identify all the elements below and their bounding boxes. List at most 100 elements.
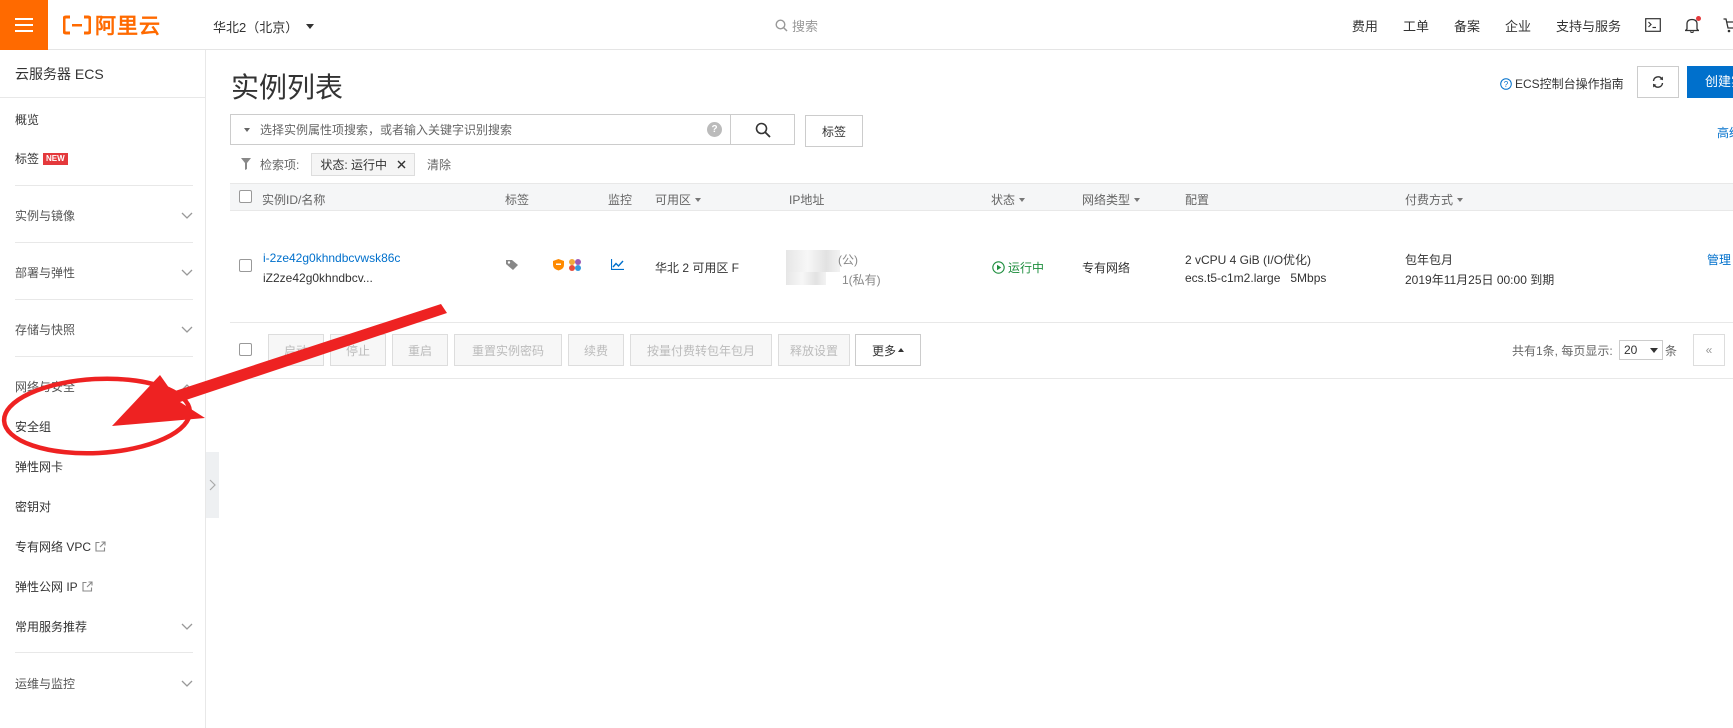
new-badge: NEW (43, 152, 68, 165)
status-badge: 运行中 (992, 259, 1044, 276)
top-link-billing[interactable]: 费用 (1352, 16, 1378, 35)
advanced-search-link[interactable]: 高级 (1717, 124, 1733, 141)
ecs-help-link[interactable]: ? ECS控制台操作指南 (1500, 75, 1624, 92)
sidebar-item-label: 概览 (15, 113, 40, 127)
sidebar-divider (15, 242, 193, 243)
search-attribute-dropdown[interactable] (244, 127, 250, 132)
sidebar-item-tags[interactable]: 标签 NEW (15, 150, 68, 167)
notification-dot (1696, 16, 1701, 21)
public-ip: (公) (838, 253, 858, 267)
sidebar-group-storage-snapshots[interactable]: 存储与快照 (15, 321, 193, 338)
column-header-config: 配置 (1185, 193, 1210, 207)
batch-select-checkbox[interactable] (239, 343, 252, 356)
sidebar-item-label: 弹性公网 IP (15, 580, 78, 594)
top-link-tickets[interactable]: 工单 (1403, 16, 1429, 35)
stop-button[interactable]: 停止 (330, 334, 386, 366)
sidebar-divider (15, 356, 193, 357)
chevron-down-icon (181, 269, 193, 276)
renew-button[interactable]: 续费 (568, 334, 624, 366)
hamburger-menu-button[interactable] (0, 0, 48, 50)
clear-filter-link[interactable]: 清除 (427, 156, 451, 173)
sidebar-item-label: 专有网络 VPC (15, 540, 92, 554)
checkbox[interactable] (239, 259, 252, 272)
config-spec: 2 vCPU 4 GiB (I/O优化) (1185, 253, 1312, 267)
table-row: i-2ze42g0khndbcvwsk86c iZ2ze42g0khndbcv.… (230, 211, 1733, 323)
search-button[interactable] (731, 114, 795, 145)
top-link-icp-filing[interactable]: 备案 (1454, 16, 1480, 35)
monitor-chart-icon[interactable] (611, 259, 624, 270)
top-link-enterprise[interactable]: 企业 (1505, 16, 1531, 35)
caret-up-icon (898, 348, 904, 352)
top-navbar: 阿里云 华北2（北京） 搜索 费用 工单 备案 企业 支持与服务 (0, 0, 1733, 50)
close-icon[interactable] (397, 160, 406, 169)
column-header-label: 可用区 (655, 193, 692, 207)
sidebar-collapse-toggle[interactable] (206, 452, 219, 518)
page-size-value: 20 (1624, 343, 1638, 357)
restart-button[interactable]: 重启 (392, 334, 448, 366)
column-header-billing[interactable]: 付费方式 (1405, 191, 1464, 208)
expire-date: 2019年11月25日 00:00 到期 (1405, 273, 1555, 287)
tag-icon[interactable] (505, 259, 519, 271)
cloud-shell-button[interactable] (1645, 18, 1661, 32)
region-label: 华北2（北京） (213, 20, 299, 35)
sidebar-item-vpc[interactable]: 专有网络 VPC (15, 538, 106, 555)
security-shield-icon[interactable] (552, 258, 565, 271)
instance-id-link[interactable]: i-2ze42g0khndbcvwsk86c (263, 251, 400, 265)
more-actions-button[interactable]: 更多 (855, 334, 921, 366)
zone-value: 华北 2 可用区 F (655, 261, 740, 275)
sidebar-item-overview[interactable]: 概览 (15, 111, 39, 128)
caret-down-icon (1019, 197, 1026, 202)
sidebar-group-deploy-elastic[interactable]: 部署与弹性 (15, 264, 193, 281)
search-help-icon[interactable]: ? (707, 122, 722, 137)
instance-name: iZ2ze42g0khndbcv... (263, 271, 373, 285)
pagination-prev-button[interactable]: « (1693, 334, 1725, 366)
sidebar-item-eip[interactable]: 弹性公网 IP (15, 578, 93, 595)
global-search-placeholder: 搜索 (792, 19, 819, 34)
tag-filter-button[interactable]: 标签 (805, 115, 863, 147)
column-header-zone[interactable]: 可用区 (655, 191, 702, 208)
row-checkbox[interactable] (239, 259, 252, 272)
sidebar-group-ops-monitoring[interactable]: 运维与监控 (15, 675, 193, 692)
refresh-button[interactable] (1637, 66, 1679, 98)
start-button[interactable]: 启动 (268, 334, 324, 366)
sidebar-item-keypair[interactable]: 密钥对 (15, 498, 51, 515)
filter-chip-status: 状态: 运行中 (311, 152, 416, 176)
page-size-unit: 条 (1665, 344, 1678, 358)
config-instance-type: ecs.t5-c1m2.large 5Mbps (1185, 271, 1327, 285)
redacted-ip-blur (786, 250, 840, 272)
sidebar-divider (15, 652, 193, 653)
create-instance-button[interactable]: 创建实例 (1687, 66, 1733, 98)
column-header-monitor: 监控 (608, 193, 633, 207)
checkbox[interactable] (239, 190, 252, 203)
region-selector[interactable]: 华北2（北京） (213, 17, 315, 36)
manage-link[interactable]: 管理 (1707, 251, 1731, 268)
external-link-icon (95, 541, 106, 552)
sidebar-item-eni[interactable]: 弹性网卡 (15, 458, 63, 475)
top-link-support[interactable]: 支持与服务 (1556, 16, 1621, 35)
page-size-select[interactable]: 20 (1619, 340, 1663, 360)
aliyun-logo[interactable]: 阿里云 (63, 12, 161, 38)
select-all-checkbox[interactable] (239, 190, 252, 203)
pagination-summary: 共有1条, 每页显示: (1512, 344, 1613, 358)
batch-action-bar: 启动 停止 重启 重置实例密码 续费 按量付费转包年包月 释放设置 更多 共有1… (230, 323, 1733, 379)
sidebar-group-instances-images[interactable]: 实例与镜像 (15, 207, 193, 224)
sidebar-item-security-group[interactable]: 安全组 (15, 418, 51, 435)
refresh-icon (1652, 76, 1664, 88)
release-settings-button[interactable]: 释放设置 (778, 334, 850, 366)
table-header: 实例ID/名称 标签 监控 可用区 IP地址 状态 网络类型 配置 付费方式 (230, 183, 1733, 211)
monitor-agent-icon[interactable] (568, 258, 582, 271)
column-header-status[interactable]: 状态 (991, 191, 1026, 208)
column-header-network-type[interactable]: 网络类型 (1082, 191, 1141, 208)
external-link-icon (82, 581, 93, 592)
notifications-button[interactable] (1685, 16, 1701, 33)
caret-down-icon (1650, 347, 1658, 353)
instance-search-box: ? (230, 114, 731, 145)
sidebar-group-network-security[interactable]: 网络与安全 (15, 378, 193, 395)
sidebar-group-common-services[interactable]: 常用服务推荐 (15, 618, 193, 635)
checkbox[interactable] (239, 343, 252, 356)
global-search[interactable]: 搜索 (775, 16, 818, 35)
cart-button[interactable] (1723, 17, 1733, 33)
reset-password-button[interactable]: 重置实例密码 (454, 334, 562, 366)
instance-search-input[interactable] (260, 122, 707, 137)
convert-billing-button[interactable]: 按量付费转包年包月 (630, 334, 772, 366)
